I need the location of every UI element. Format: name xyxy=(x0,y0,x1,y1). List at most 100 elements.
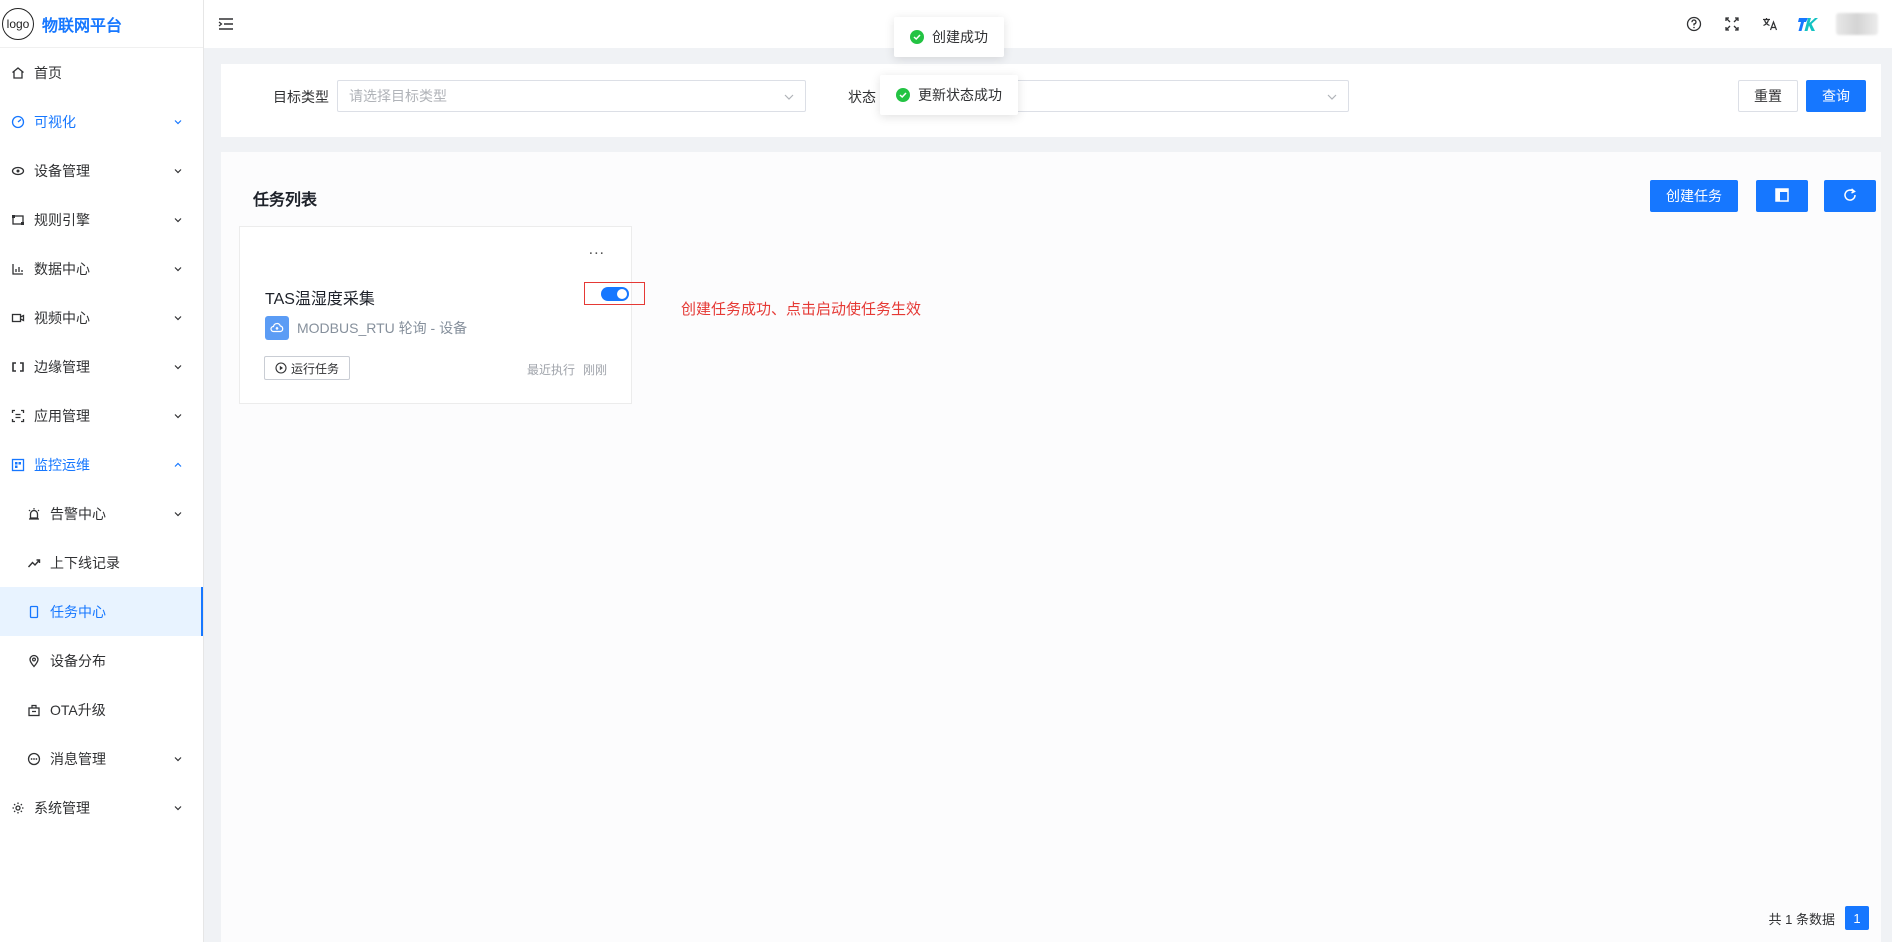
sidebar-item-data[interactable]: 数据中心 xyxy=(0,244,203,293)
dashboard-icon xyxy=(10,114,26,130)
toast-text: 更新状态成功 xyxy=(918,87,1002,103)
chevron-down-icon xyxy=(171,213,185,227)
sidebar-item-online-log[interactable]: 上下线记录 xyxy=(0,538,203,587)
alarm-icon xyxy=(26,506,42,522)
toast-update-status-success: 更新状态成功 xyxy=(880,75,1018,115)
layout-icon xyxy=(1775,187,1789,205)
location-icon xyxy=(26,653,42,669)
brand-tk-icon[interactable] xyxy=(1798,14,1818,34)
gear-icon xyxy=(10,800,26,816)
chevron-down-icon xyxy=(171,801,185,815)
task-card[interactable]: ... TAS温湿度采集 MODBUS_RTU 轮询 - 设备 运行任务 最近执… xyxy=(239,226,645,404)
sidebar-item-visualization[interactable]: 可视化 xyxy=(0,97,203,146)
sidebar-item-label: 数据中心 xyxy=(34,260,90,277)
reset-button[interactable]: 重置 xyxy=(1738,80,1798,112)
top-header xyxy=(204,0,1892,48)
pagination: 共 1 条数据 1 xyxy=(1769,906,1869,930)
highlight-box xyxy=(584,282,645,305)
chevron-down-icon xyxy=(171,409,185,423)
logo: logo xyxy=(2,7,34,40)
page-button-current[interactable]: 1 xyxy=(1845,906,1869,930)
last-run-label: 最近执行 xyxy=(526,363,575,377)
chevron-down-icon xyxy=(171,752,185,766)
page-title: 任务列表 xyxy=(253,192,318,209)
sidebar-item-devices[interactable]: 设备管理 xyxy=(0,146,203,195)
sidebar-menu: 首页 可视化 设备管理 规则引擎 数据中心 视频中心 边缘管理 应用管理 监控运… xyxy=(0,48,203,832)
sidebar-item-label: 应用管理 xyxy=(34,407,90,424)
sidebar-item-apps[interactable]: 应用管理 xyxy=(0,391,203,440)
sidebar-item-label: 可视化 xyxy=(34,113,76,130)
chevron-down-icon xyxy=(1326,90,1338,102)
sidebar-item-tasks[interactable]: 任务中心 xyxy=(0,587,203,636)
sidebar-item-video[interactable]: 视频中心 xyxy=(0,293,203,342)
success-icon xyxy=(896,88,910,102)
monitor-icon xyxy=(10,457,26,473)
trend-icon xyxy=(26,555,42,571)
sidebar-item-label: 设备分布 xyxy=(50,652,106,669)
home-icon xyxy=(10,65,26,81)
sidebar-item-label: 视频中心 xyxy=(34,309,90,326)
chevron-down-icon xyxy=(171,507,185,521)
sidebar-item-label: 设备管理 xyxy=(34,162,90,179)
sidebar-item-home[interactable]: 首页 xyxy=(0,48,203,97)
sidebar-item-label: 规则引擎 xyxy=(34,211,90,228)
task-name: TAS温湿度采集 xyxy=(265,291,375,308)
run-task-button[interactable]: 运行任务 xyxy=(264,356,351,380)
layout-toggle-button[interactable] xyxy=(1756,180,1808,212)
create-task-button[interactable]: 创建任务 xyxy=(1650,180,1738,212)
app-icon xyxy=(10,408,26,424)
sidebar-item-label: 告警中心 xyxy=(50,505,106,522)
sidebar-item-device-map[interactable]: 设备分布 xyxy=(0,636,203,685)
chevron-down-icon xyxy=(171,360,185,374)
success-icon xyxy=(910,30,924,44)
more-icon[interactable]: ... xyxy=(589,241,605,259)
help-icon[interactable] xyxy=(1684,14,1704,34)
bar-chart-icon xyxy=(10,261,26,277)
device-icon xyxy=(10,163,26,179)
rule-icon xyxy=(10,212,26,228)
sidebar-item-label: 监控运维 xyxy=(34,456,90,473)
upgrade-icon xyxy=(26,702,42,718)
query-button[interactable]: 查询 xyxy=(1806,80,1866,112)
sidebar-item-label: 上下线记录 xyxy=(50,554,120,571)
sidebar-item-label: 任务中心 xyxy=(50,603,106,620)
target-type-select[interactable]: 请选择目标类型 xyxy=(337,80,806,112)
fullscreen-icon[interactable] xyxy=(1722,14,1742,34)
sidebar-item-label: OTA升级 xyxy=(50,701,106,718)
avatar[interactable] xyxy=(1836,13,1878,35)
menu-collapse-icon[interactable] xyxy=(216,14,236,34)
last-run: 最近执行 刚刚 xyxy=(527,361,607,378)
sidebar-item-alarms[interactable]: 告警中心 xyxy=(0,489,203,538)
status-label: 状态 xyxy=(848,89,876,105)
pagination-total: 共 1 条数据 xyxy=(1768,911,1835,927)
header-actions xyxy=(1684,0,1892,48)
chevron-down-icon xyxy=(783,90,795,102)
translate-icon[interactable] xyxy=(1760,14,1780,34)
task-type: MODBUS_RTU 轮询 - 设备 xyxy=(265,316,467,340)
refresh-icon xyxy=(1842,187,1858,206)
sidebar-item-ota[interactable]: OTA升级 xyxy=(0,685,203,734)
task-enable-toggle[interactable] xyxy=(600,286,629,301)
sidebar-item-monitoring[interactable]: 监控运维 xyxy=(0,440,203,489)
sidebar-item-edge[interactable]: 边缘管理 xyxy=(0,342,203,391)
brand: logo 物联网平台 xyxy=(0,0,203,48)
message-icon xyxy=(26,751,42,767)
cloud-icon xyxy=(265,316,289,340)
sidebar-item-label: 系统管理 xyxy=(34,799,90,816)
sidebar-item-messages[interactable]: 消息管理 xyxy=(0,734,203,783)
task-type-text: MODBUS_RTU 轮询 - 设备 xyxy=(297,320,468,336)
task-panel: 任务列表 创建任务 ... TAS温湿度采集 MODBUS_RTU 轮询 - 设… xyxy=(221,152,1881,942)
edge-icon xyxy=(10,359,26,375)
chevron-down-icon xyxy=(171,115,185,129)
sidebar-item-label: 边缘管理 xyxy=(34,358,90,375)
sidebar-item-system[interactable]: 系统管理 xyxy=(0,783,203,832)
video-icon xyxy=(10,310,26,326)
toast-create-success: 创建成功 xyxy=(894,17,1004,57)
play-icon xyxy=(275,362,287,374)
sidebar-item-label: 消息管理 xyxy=(50,750,106,767)
chevron-up-icon xyxy=(171,458,185,472)
refresh-button[interactable] xyxy=(1824,180,1876,212)
sidebar-item-rules[interactable]: 规则引擎 xyxy=(0,195,203,244)
sidebar-item-label: 首页 xyxy=(34,64,62,81)
annotation-text: 创建任务成功、点击启动使任务生效 xyxy=(681,301,922,318)
